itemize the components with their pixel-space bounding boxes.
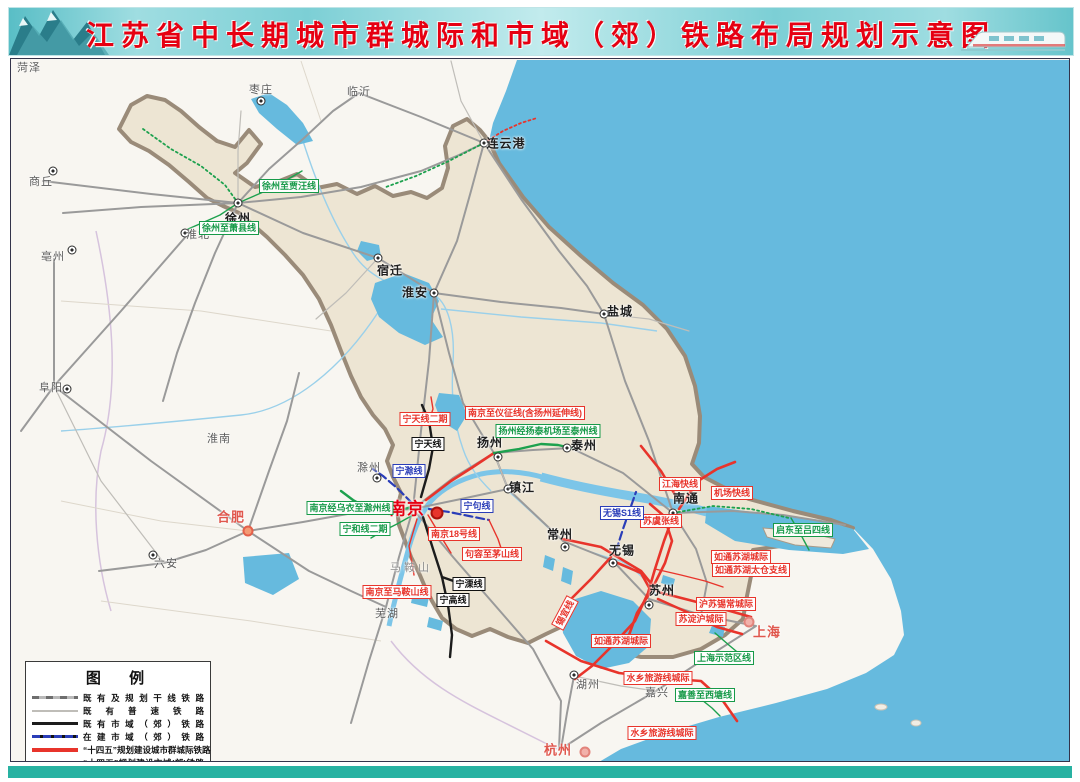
- legend-swatch-blue: [32, 735, 78, 738]
- legend-row: “十四五”规划建设城市群城际铁路: [32, 743, 211, 756]
- legend-row: 既有市域（郊）铁路: [32, 717, 204, 730]
- page-title: 江苏省中长期城市群城际和市域（郊）铁路布局规划示意图: [85, 20, 996, 51]
- legend-row: 在建市域（郊）铁路: [32, 730, 204, 743]
- legend-label: “十四五”规划建设城市群城际铁路: [83, 744, 211, 755]
- legend-row: 既有及规划干线铁路: [32, 691, 204, 704]
- railway-合蚌线: [247, 372, 300, 532]
- legend: 图 例 既有及规划干线铁路 既有普速铁路 既有市域（郊）铁路 在建市域（郊）铁路 “十四…: [25, 661, 211, 762]
- railway-湖嘉线: [573, 675, 657, 692]
- railway-阜合线: [53, 385, 249, 532]
- basemap: [20, 60, 1069, 761]
- legend-title: 图 例: [85, 670, 157, 687]
- railway-京沪线徐蚌段: [162, 202, 239, 402]
- legend-label: 既有市域（郊）铁路: [83, 718, 204, 729]
- railway-阜淮线: [53, 233, 189, 387]
- legend-row: 既有普速铁路: [32, 704, 204, 717]
- legend-label: 既有普速铁路: [83, 705, 204, 716]
- legend-rows: 既有及规划干线铁路 既有普速铁路 既有市域（郊）铁路 在建市域（郊）铁路 “十四五”规划…: [32, 691, 211, 762]
- legend-swatch-red-thick: [32, 747, 78, 752]
- train-icon: [961, 31, 1066, 51]
- railway-宁芜线: [350, 508, 414, 724]
- map-canvas: 菏泽 商丘 枣庄 临沂 淮北 亳州 阜阳 淮南 滁州 合肥 六安 马鞍山 芜湖 湖州 嘉兴 杭州 上海 徐州 连云港…: [10, 58, 1070, 762]
- page: 江苏省中长期城市群城际和市域（郊）铁路布局规划示意图 菏泽 商丘 枣庄 临沂 淮…: [0, 0, 1080, 782]
- bottom-bar: [8, 766, 1072, 778]
- legend-swatch-normal: [32, 709, 78, 712]
- legend-label: “十四五”规划建设市域(郊)铁路: [83, 757, 204, 762]
- railway-合六线: [98, 530, 249, 572]
- railway-陇海线西段: [62, 202, 239, 214]
- legend-label: 既有及规划干线铁路: [83, 692, 204, 703]
- railway-湖杭线: [560, 675, 575, 750]
- railway-阜阳西线: [20, 385, 55, 432]
- legend-label: 在建市域（郊）铁路: [83, 731, 204, 742]
- railway-嘉善至西塘线: [701, 699, 721, 717]
- legend-row: “十四五”规划建设市域(郊)铁路: [32, 756, 204, 762]
- legend-swatch-black: [32, 722, 78, 725]
- legend-swatch-trunk: [32, 696, 78, 699]
- title-banner: 江苏省中长期城市群城际和市域（郊）铁路布局规划示意图: [8, 7, 1074, 56]
